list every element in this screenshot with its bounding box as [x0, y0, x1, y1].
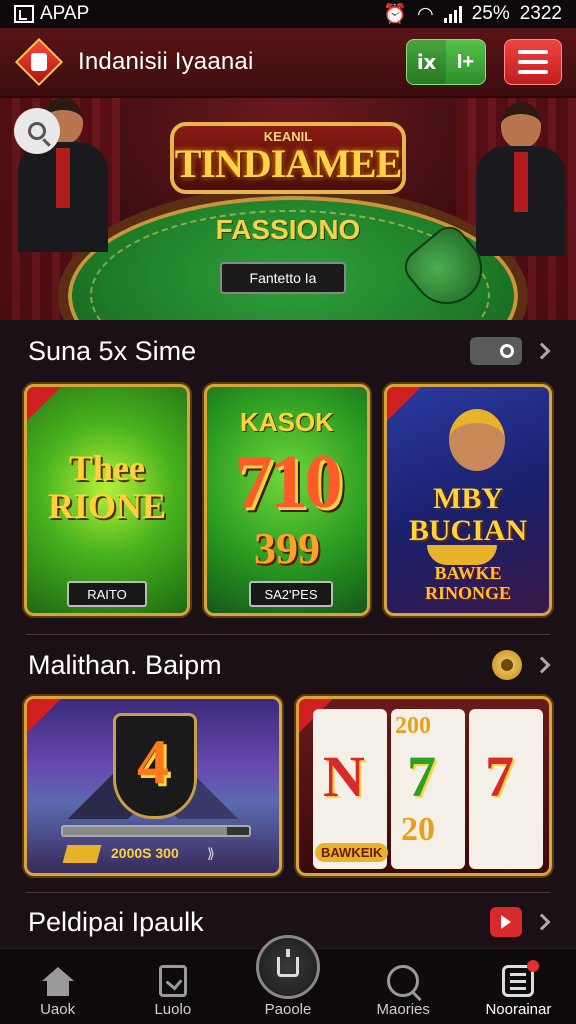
- play-icon[interactable]: [490, 907, 522, 937]
- nav-item-center[interactable]: Paoole: [230, 935, 345, 1024]
- battery-level: 25%: [471, 3, 510, 24]
- list-icon: [502, 960, 540, 997]
- hero-title: TINDIAMEE: [174, 141, 403, 186]
- coin-icon[interactable]: [492, 650, 522, 680]
- chevron-right-icon[interactable]: [533, 913, 551, 931]
- game-card[interactable]: 4 2000S 300 ⟫: [24, 696, 282, 876]
- status-bar: APAP ⏰ ◠ 25% 2322: [0, 0, 576, 28]
- reel-bottom-value: 20: [401, 811, 435, 848]
- chevron-right-icon[interactable]: [533, 656, 551, 674]
- section-title: Suna 5x Sime: [28, 335, 197, 366]
- search-icon: [387, 965, 420, 997]
- search-icon: [28, 122, 46, 140]
- status-left-text: APAP: [40, 3, 90, 24]
- wallet-icon: [256, 935, 320, 999]
- progress-bar: [61, 825, 251, 837]
- signal-icon: [443, 5, 462, 23]
- reel-top-value: 200: [395, 713, 431, 739]
- nav-label: Uaok: [40, 1001, 76, 1018]
- game-art-top: KASOK: [240, 407, 334, 437]
- nav-label: Maories: [376, 1001, 430, 1018]
- game-art-number: 4: [137, 726, 169, 797]
- game-card-label: SA2'PES: [249, 581, 333, 607]
- app-header: Indanisii Iyaanai ⅸ I+: [0, 28, 576, 98]
- game-art-subnumber: 399: [254, 524, 320, 573]
- jackpot-value: 2000S 300: [111, 845, 179, 861]
- section-header: Malithan. Baipm: [0, 640, 576, 690]
- chevron-right-icon[interactable]: [533, 342, 551, 360]
- nav-label: Luolo: [154, 1001, 192, 1018]
- game-card[interactable]: 200 N 7 7 20 BAWKEIK: [296, 696, 552, 876]
- app-logo: [14, 37, 64, 87]
- nav-label: Paoole: [264, 1001, 312, 1018]
- nav-item-home[interactable]: Uaok: [0, 949, 115, 1024]
- app-title: Indanisii Iyaanai: [78, 48, 254, 75]
- hero-subtitle: FASSIONO: [215, 214, 361, 245]
- game-art-number: 710: [234, 440, 343, 524]
- section-title: Peldipai Ipaulk: [28, 906, 204, 937]
- game-art-title: Thee RIONE: [47, 448, 167, 526]
- game-card[interactable]: MBY BUCIAN BAWKE RINONGE: [384, 384, 552, 616]
- nav-item-list[interactable]: Noorainar: [461, 949, 576, 1024]
- game-card-label: RAITO: [67, 581, 147, 607]
- game-card[interactable]: Thee RIONE RAITO: [24, 384, 190, 616]
- hero-cta-button[interactable]: Fantetto Ia: [220, 262, 346, 294]
- dealer-right-figure: [476, 102, 566, 256]
- game-art-subtitle: BAWKE RINONGE: [424, 563, 511, 603]
- quick-action-button[interactable]: ⅸ I+: [406, 39, 486, 85]
- character-figure: [449, 409, 505, 471]
- alarm-icon: ⏰: [383, 4, 408, 25]
- coins-icon: ⟫: [207, 845, 215, 861]
- tree-icon: ⅸ: [407, 40, 446, 84]
- nav-item-documents[interactable]: Luolo: [115, 949, 230, 1024]
- game-card[interactable]: KASOK 710 399 SA2'PES: [204, 384, 370, 616]
- game-art-title: MBY BUCIAN: [408, 482, 528, 547]
- slot-badge: BAWKEIK: [315, 843, 389, 862]
- hero-title-plate: KEANIL TINDIAMEE: [170, 122, 406, 194]
- bottom-navigation: Uaok Luolo Paoole Maories Noorainar: [0, 935, 576, 1024]
- reel-symbol: 7: [407, 744, 436, 809]
- gold-bar-icon: [62, 845, 102, 863]
- reel-symbol: N: [323, 744, 365, 809]
- wifi-icon: ◠: [417, 3, 434, 25]
- nav-item-search[interactable]: Maories: [346, 949, 461, 1024]
- menu-button[interactable]: [504, 39, 562, 85]
- section-header: Suna 5x Sime: [0, 326, 576, 376]
- home-icon: [40, 967, 76, 997]
- section-title: Malithan. Baipm: [28, 649, 222, 680]
- screenshot-icon: [14, 5, 34, 23]
- add-icon: I+: [456, 50, 475, 73]
- reel-symbol: 7: [485, 744, 514, 809]
- section-divider: [26, 634, 550, 635]
- gold-bowl-icon: [427, 545, 497, 565]
- toggle-switch[interactable]: [470, 337, 522, 365]
- clock: 2322: [519, 3, 562, 24]
- section-divider: [26, 892, 550, 893]
- search-button[interactable]: [14, 108, 60, 154]
- nav-label: Noorainar: [485, 1001, 552, 1018]
- document-icon: [158, 965, 187, 997]
